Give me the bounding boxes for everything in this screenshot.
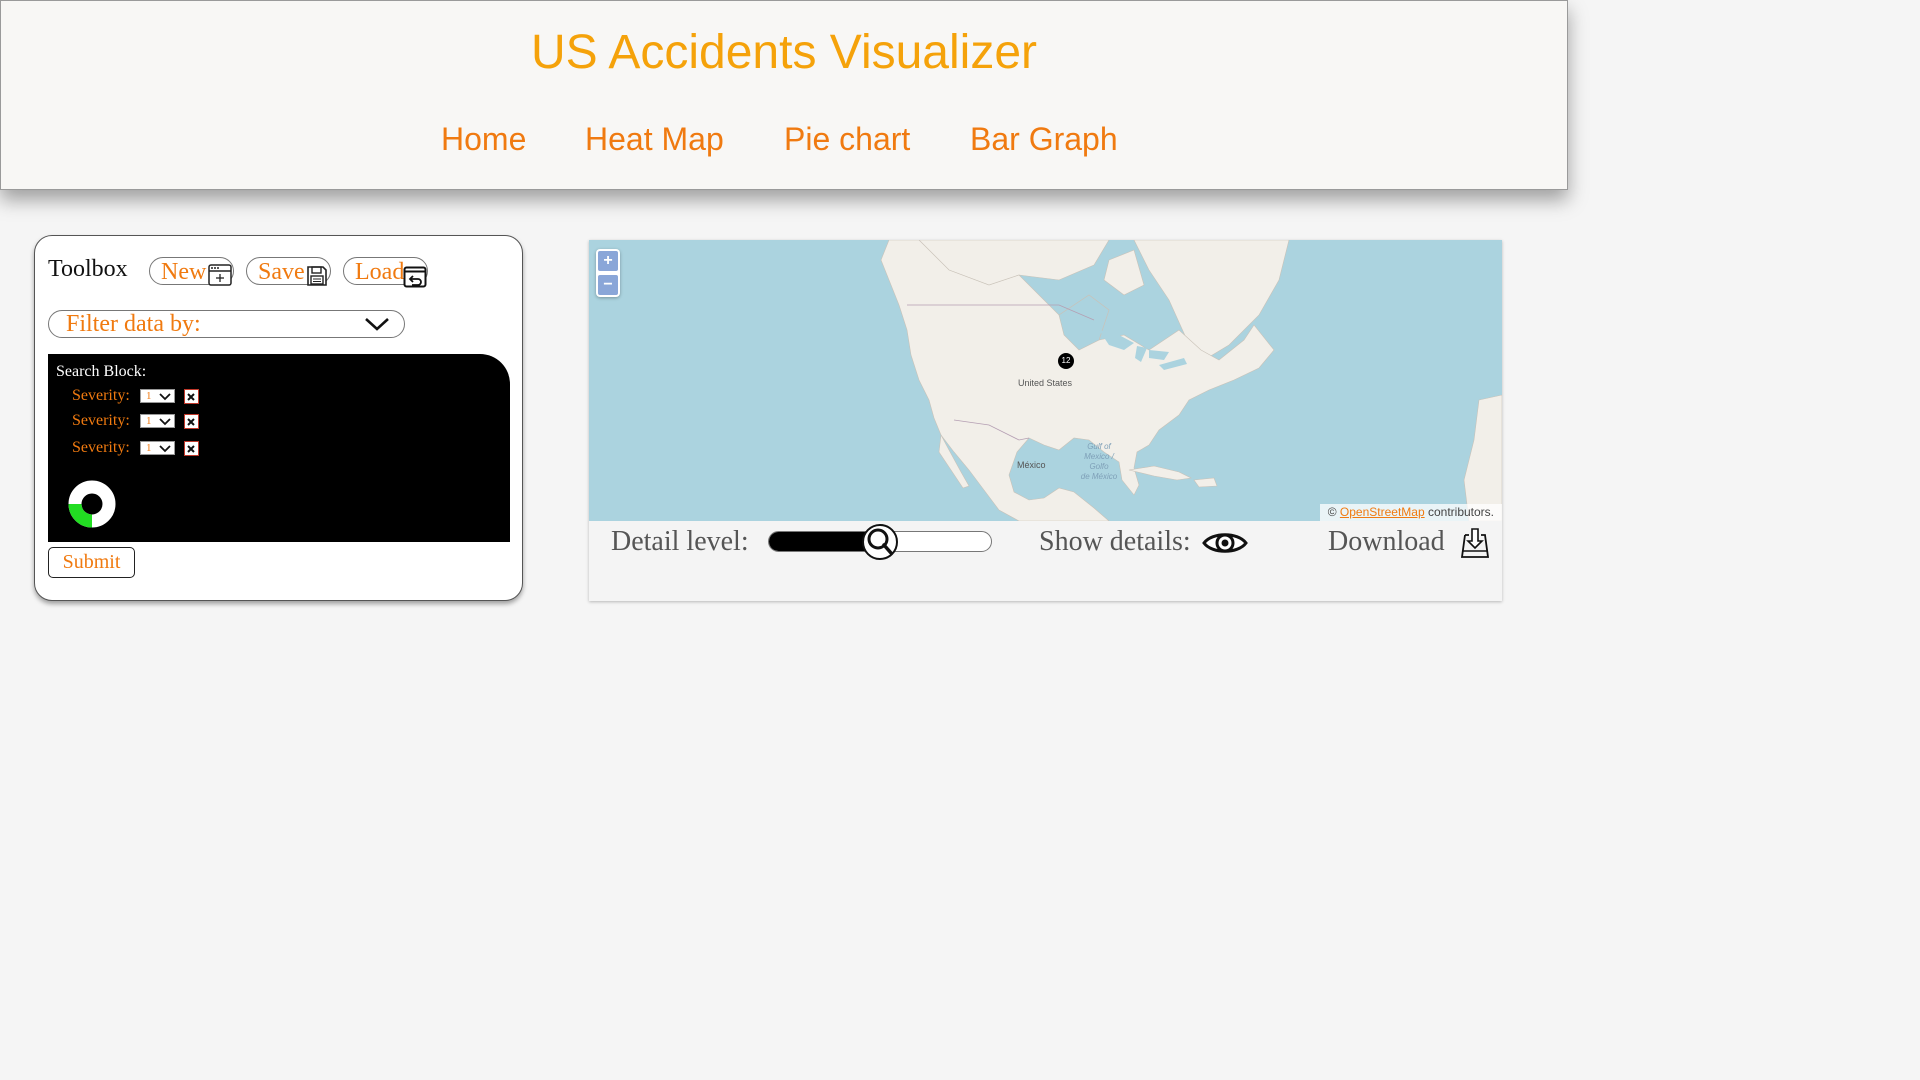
map-label-united-states: United States xyxy=(1018,378,1073,388)
severity-value: 1 xyxy=(146,390,152,402)
filter-label: Filter data by: xyxy=(66,311,201,337)
search-block: Search Block: Severity: 1 Severity: 1 Se… xyxy=(48,354,510,542)
floppy-disk-icon xyxy=(307,266,327,286)
loading-progress-ring xyxy=(68,480,116,528)
eye-icon[interactable] xyxy=(1202,529,1248,557)
zoom-out-button[interactable]: − xyxy=(598,275,618,295)
filter-dropdown[interactable]: Filter data by: xyxy=(48,310,405,338)
download-icon[interactable] xyxy=(1459,527,1491,559)
zoom-in-button[interactable]: + xyxy=(598,251,618,271)
search-block-title: Search Block: xyxy=(56,363,147,380)
nav-home[interactable]: Home xyxy=(441,121,526,158)
chevron-down-icon xyxy=(159,445,171,453)
close-icon xyxy=(187,393,195,401)
show-details-label: Show details: xyxy=(1039,526,1191,557)
detail-level-label: Detail level: xyxy=(611,526,749,557)
zoom-control: + − xyxy=(596,249,620,297)
load-button[interactable]: Load xyxy=(343,257,428,288)
map-controls: Detail level: Show details: Download xyxy=(589,521,1502,601)
close-icon xyxy=(187,445,195,453)
new-button[interactable]: New xyxy=(149,257,234,286)
severity-value: 1 xyxy=(146,442,152,454)
map-panel: + − United States México Gulf of Mexico … xyxy=(589,240,1502,601)
save-button[interactable]: Save xyxy=(246,257,331,286)
nav-bar-graph[interactable]: Bar Graph xyxy=(970,121,1118,158)
remove-severity-button[interactable] xyxy=(184,441,199,456)
save-button-label: Save xyxy=(258,259,305,285)
severity-label: Severity: xyxy=(72,387,130,404)
openstreetmap-link[interactable]: OpenStreetMap xyxy=(1340,505,1425,519)
severity-value: 1 xyxy=(146,415,152,427)
download-label[interactable]: Download xyxy=(1328,526,1445,558)
nav-pie-chart[interactable]: Pie chart xyxy=(784,121,910,158)
remove-severity-button[interactable] xyxy=(184,414,199,429)
new-button-label: New xyxy=(161,259,207,285)
map-label-mexico: México xyxy=(1017,460,1046,470)
toolbox-panel: Toolbox New Save Load Filter data by: Se… xyxy=(34,235,523,601)
submit-button[interactable]: Submit xyxy=(48,547,135,578)
nav-heat-map[interactable]: Heat Map xyxy=(585,121,724,158)
load-return-icon xyxy=(403,266,427,288)
close-icon xyxy=(187,418,195,426)
chevron-down-icon xyxy=(365,318,389,331)
map-cluster-marker[interactable]: 12 xyxy=(1058,353,1074,369)
magnifier-thumb-icon[interactable] xyxy=(861,523,899,561)
new-window-icon xyxy=(208,264,232,286)
severity-select[interactable]: 1 xyxy=(140,389,175,403)
severity-label: Severity: xyxy=(72,412,130,429)
chevron-down-icon xyxy=(159,393,171,401)
severity-select[interactable]: 1 xyxy=(140,414,175,428)
app-title: US Accidents Visualizer xyxy=(530,26,1037,79)
load-button-label: Load xyxy=(355,259,405,285)
map-view[interactable]: + − United States México Gulf of Mexico … xyxy=(589,240,1502,521)
app-header: US Accidents Visualizer Home Heat Map Pi… xyxy=(0,0,1568,190)
toolbox-title: Toolbox xyxy=(48,256,128,282)
map-label-gulf: Gulf of Mexico / Golfo de México xyxy=(1080,442,1118,481)
chevron-down-icon xyxy=(159,418,171,426)
map-attribution: © OpenStreetMap contributors. xyxy=(1319,504,1502,521)
remove-severity-button[interactable] xyxy=(184,389,199,404)
severity-select[interactable]: 1 xyxy=(140,441,175,455)
severity-label: Severity: xyxy=(72,439,130,456)
